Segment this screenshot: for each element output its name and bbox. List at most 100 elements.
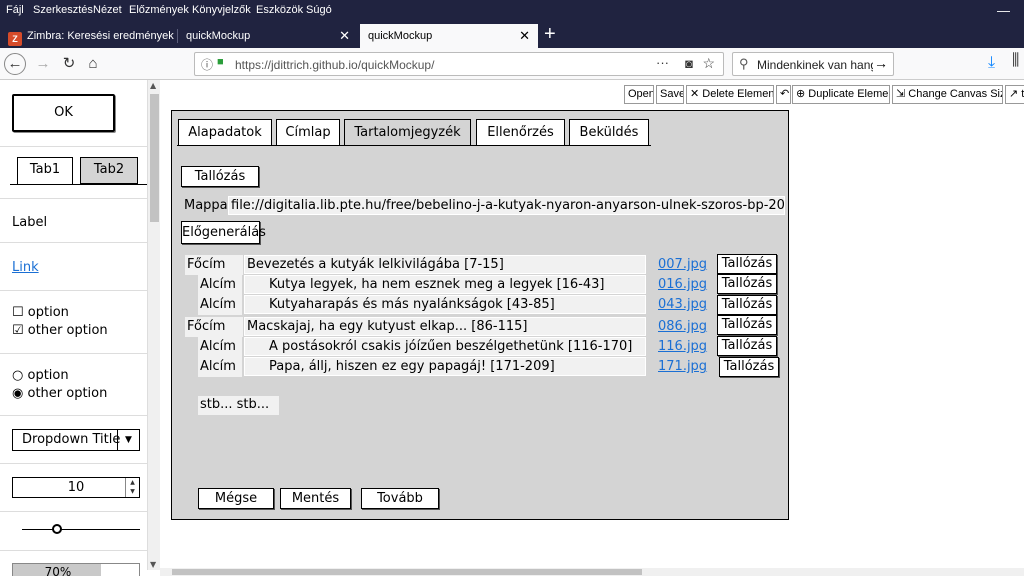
palette-slider-knob[interactable]: [52, 524, 62, 534]
menu-view[interactable]: Nézet: [93, 4, 122, 16]
radio-unselected-icon: ○: [12, 368, 24, 383]
palette-link[interactable]: Link: [12, 260, 39, 275]
palette-slider-track[interactable]: [22, 529, 140, 530]
toc-title-field[interactable]: Papa, állj, hiszen ez egy papagáj! [171-…: [244, 357, 646, 376]
chevron-down-icon[interactable]: ▼: [117, 430, 139, 450]
palette-radio-option[interactable]: ○ option: [12, 368, 69, 383]
toc-type-sub[interactable]: Alcím: [198, 295, 242, 315]
toc-browse-button[interactable]: Tallózás: [719, 357, 779, 377]
toc-browse-button[interactable]: Tallózás: [717, 274, 777, 294]
url-bar[interactable]: ⓘ ■ https://jdittrich.github.io/quickMoc…: [194, 52, 724, 76]
library-icon[interactable]: ⫼: [1012, 52, 1019, 70]
palette-tab1[interactable]: Tab1: [17, 157, 73, 184]
toc-title-field[interactable]: Kutyaharapás és más nyalánkságok [43-85]: [244, 295, 646, 314]
change-canvas-size-button[interactable]: ⇲ Change Canvas Size: [892, 85, 1003, 104]
toc-type-main[interactable]: Főcím: [185, 317, 243, 337]
toc-type-main[interactable]: Főcím: [185, 255, 243, 275]
tab-alapadatok[interactable]: Alapadatok: [178, 119, 272, 146]
cancel-button[interactable]: Mégse: [198, 488, 274, 509]
duplicate-element-button[interactable]: ⊕ Duplicate Element: [792, 85, 890, 104]
scroll-down-icon[interactable]: ▼: [150, 560, 156, 569]
pocket-icon[interactable]: ◙: [685, 56, 693, 71]
palette-checkbox-option[interactable]: ☐ option: [12, 305, 69, 320]
tab-ellenorzes[interactable]: Ellenőrzés: [476, 119, 565, 146]
checkbox-checked-icon: ☑: [12, 323, 24, 338]
scroll-up-icon[interactable]: ▲: [150, 81, 156, 90]
tab-tartalomjegyzek[interactable]: Tartalomjegyzék: [344, 119, 471, 146]
palette-tab2[interactable]: Tab2: [80, 157, 138, 184]
download-icon[interactable]: ⤓: [988, 54, 995, 72]
toc-title-field[interactable]: Macskajaj, ha egy kutyust elkap... [86-1…: [244, 317, 646, 336]
minimize-icon[interactable]: —: [997, 3, 1010, 18]
toc-title-field[interactable]: A postásokról csakis jóízűen beszélgethe…: [244, 337, 646, 356]
mockup-canvas[interactable]: Alapadatok Címlap Tartalomjegyzék Ellenő…: [171, 110, 789, 520]
bookmark-star-icon[interactable]: ☆: [702, 55, 715, 72]
tab-bekuldes[interactable]: Beküldés: [569, 119, 649, 146]
palette-label[interactable]: Label: [12, 215, 47, 230]
scrollbar-thumb[interactable]: [172, 569, 642, 575]
save-mockup-button[interactable]: Mentés: [280, 488, 351, 509]
browser-tab-zimbra[interactable]: Z Zimbra: Keresési eredmények: [0, 24, 178, 48]
close-icon[interactable]: ✕: [519, 28, 530, 44]
toc-file-link[interactable]: 086.jpg: [658, 318, 707, 336]
scrollbar-thumb[interactable]: [150, 94, 159, 222]
close-icon[interactable]: ✕: [339, 28, 350, 44]
page-actions-icon[interactable]: ···: [656, 55, 669, 70]
forward-arrow-icon[interactable]: →: [32, 53, 54, 75]
search-input[interactable]: Mindenkinek van hangj: [757, 58, 873, 72]
browser-tab-quickmockup-1[interactable]: quickMockup ✕: [178, 24, 358, 48]
new-tab-icon[interactable]: +: [544, 23, 556, 46]
url-text[interactable]: https://jdittrich.github.io/quickMockup/: [235, 58, 434, 72]
palette-checkbox-other-option[interactable]: ☑ other option: [12, 323, 108, 338]
browse-folder-button[interactable]: Tallózás: [181, 166, 259, 187]
search-go-arrow-icon[interactable]: →: [874, 55, 888, 71]
palette-number-stepper[interactable]: 10 ▲ ▼: [12, 477, 140, 498]
toc-browse-button[interactable]: Tallózás: [717, 315, 777, 335]
toc-browse-button[interactable]: Tallózás: [717, 336, 777, 356]
tab-cimlap[interactable]: Címlap: [276, 119, 340, 146]
checkbox-unchecked-icon: ☐: [12, 305, 24, 320]
menu-history[interactable]: Előzmények: [129, 4, 189, 16]
palette-dropdown[interactable]: Dropdown Title ▼: [12, 429, 140, 451]
toc-title-field[interactable]: Kutya legyek, ha nem esznek meg a legyek…: [244, 275, 646, 294]
pregenerate-button[interactable]: Előgenerálás: [181, 221, 266, 244]
browser-tab-quickmockup-2[interactable]: quickMockup ✕: [360, 24, 538, 48]
toc-type-sub[interactable]: Alcím: [198, 275, 242, 295]
menu-edit[interactable]: Szerkesztés: [33, 4, 93, 16]
folder-path-field[interactable]: file://digitalia.lib.pte.hu/free/bebelin…: [228, 196, 785, 215]
toc-type-sub[interactable]: Alcím: [198, 337, 242, 357]
checkbox-label: other option: [27, 323, 108, 338]
palette-scrollbar[interactable]: ▲ ▼: [147, 80, 160, 570]
delete-element-button[interactable]: ✕ Delete Element: [686, 85, 774, 104]
reload-icon[interactable]: ↻: [58, 53, 80, 75]
save-button[interactable]: Save: [656, 85, 684, 104]
menu-file[interactable]: Fájl: [6, 4, 24, 16]
back-arrow-icon[interactable]: ←: [4, 53, 26, 75]
open-button[interactable]: Open: [624, 85, 654, 104]
undo-button[interactable]: ↶: [776, 85, 791, 104]
more-toolbar-button[interactable]: ↗ t: [1005, 85, 1024, 104]
horizontal-scrollbar[interactable]: [160, 568, 1024, 576]
menu-bookmarks[interactable]: Könyvjelzők: [192, 4, 251, 16]
palette-ok-button[interactable]: OK: [12, 94, 115, 132]
palette-divider: [0, 550, 147, 551]
toc-file-link[interactable]: 116.jpg: [658, 338, 707, 356]
palette-divider: [0, 353, 147, 354]
info-icon[interactable]: ⓘ: [201, 56, 213, 73]
next-button[interactable]: Tovább: [361, 488, 439, 509]
toc-file-link[interactable]: 171.jpg: [658, 358, 707, 376]
home-icon[interactable]: ⌂: [82, 53, 104, 75]
toc-browse-button[interactable]: Tallózás: [717, 254, 777, 274]
menu-tools[interactable]: Eszközök: [256, 4, 303, 16]
toc-browse-button[interactable]: Tallózás: [717, 295, 777, 315]
toc-file-link[interactable]: 043.jpg: [658, 296, 707, 314]
menu-help[interactable]: Súgó: [306, 4, 332, 16]
toc-type-sub[interactable]: Alcím: [198, 357, 242, 377]
palette-radio-other-option[interactable]: ◉ other option: [12, 386, 107, 401]
spinner-arrows-icon[interactable]: ▲ ▼: [125, 478, 139, 497]
palette-progress-bar[interactable]: 70%: [12, 563, 140, 576]
search-bar[interactable]: ⚲ Mindenkinek van hangj →: [732, 52, 894, 76]
toc-file-link[interactable]: 016.jpg: [658, 276, 707, 294]
toc-file-link[interactable]: 007.jpg: [658, 256, 707, 274]
toc-title-field[interactable]: Bevezetés a kutyák lelkivilágába [7-15]: [244, 255, 646, 274]
